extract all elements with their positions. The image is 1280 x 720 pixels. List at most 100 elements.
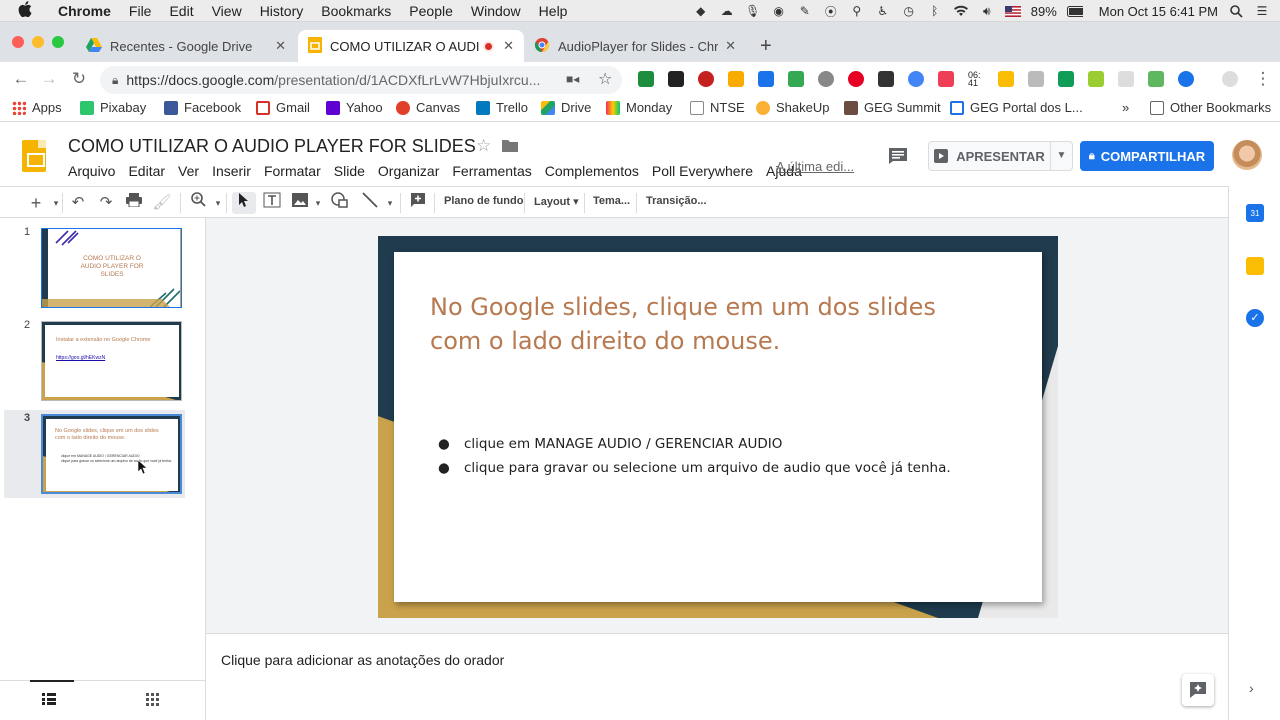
other-bookmarks-folder[interactable]: Other Bookmarks — [1150, 100, 1271, 115]
battery-icon[interactable] — [1066, 4, 1083, 18]
filmstrip-view-icon[interactable] — [42, 693, 56, 708]
move-folder-icon[interactable] — [502, 139, 518, 155]
accessibility-icon[interactable]: ♿︎ — [875, 4, 891, 18]
extension-icon[interactable] — [758, 71, 774, 87]
browser-menu-icon[interactable]: ⋮ — [1252, 68, 1274, 90]
menu-slide[interactable]: Slide — [334, 163, 365, 179]
extension-icon[interactable] — [728, 71, 744, 87]
pinterest-icon[interactable] — [848, 71, 864, 87]
bookmark-apps[interactable]: Apps — [12, 100, 62, 115]
forward-icon[interactable]: → — [38, 68, 60, 90]
extension-icon[interactable] — [638, 71, 654, 87]
microphone-icon[interactable]: 🎙︎ — [745, 4, 761, 18]
extension-icon[interactable] — [1118, 71, 1134, 87]
slide-bullet[interactable]: ● clique em MANAGE AUDIO / GERENCIAR AUD… — [438, 436, 782, 452]
explore-button[interactable] — [1182, 674, 1214, 706]
menu-view[interactable]: View — [212, 3, 242, 19]
star-icon[interactable]: ☆ — [476, 136, 491, 156]
slide-thumbnail-1[interactable]: COMO UTILIZAR O AUDIO PLAYER FOR SLIDES — [41, 228, 182, 308]
extension-icon[interactable] — [1148, 71, 1164, 87]
extension-icon[interactable] — [818, 71, 834, 87]
bluetooth-icon[interactable]: ᛒ — [927, 4, 943, 18]
bookmark-pixabay[interactable]: Pixabay — [80, 100, 146, 115]
account-avatar[interactable] — [1232, 140, 1262, 170]
add-comment-icon[interactable] — [408, 192, 428, 214]
line-dropdown[interactable]: ▾ — [380, 192, 400, 214]
tab-google-drive[interactable]: Recentes - Google Drive ✕ — [76, 30, 296, 62]
image-dropdown[interactable]: ▾ — [308, 192, 328, 214]
close-window-button[interactable] — [12, 36, 24, 48]
extension-icon[interactable] — [1028, 71, 1044, 87]
tab-audioplayer-store[interactable]: AudioPlayer for Slides - Chrom ✕ — [524, 30, 746, 62]
menu-formatar[interactable]: Formatar — [264, 163, 321, 179]
slide-title[interactable]: No Google slides, clique em um dos slide… — [430, 290, 990, 358]
paint-format-icon[interactable]: 🖌︎ — [152, 192, 172, 214]
address-bar[interactable]: 🔒︎ https://docs.google.com/presentation/… — [100, 66, 622, 94]
menu-complementos[interactable]: Complementos — [545, 163, 639, 179]
menu-file[interactable]: File — [129, 3, 152, 19]
redo-icon[interactable]: ↷ — [96, 192, 116, 214]
bookmark-geg-summit[interactable]: GEG Summit — [844, 100, 941, 115]
extension-icon[interactable] — [1088, 71, 1104, 87]
brush-icon[interactable]: ✎ — [797, 4, 813, 18]
theme-button[interactable]: Tema... — [593, 195, 630, 207]
bookmark-monday[interactable]: Monday — [606, 100, 672, 115]
clock-extension-icon[interactable]: 06: 41 — [968, 71, 984, 88]
bookmark-facebook[interactable]: Facebook — [164, 100, 241, 115]
menu-poll-everywhere[interactable]: Poll Everywhere — [652, 163, 753, 179]
extension-icon[interactable] — [788, 71, 804, 87]
zoom-dropdown[interactable]: ▾ — [208, 192, 228, 214]
reload-icon[interactable]: ↻ — [68, 68, 90, 90]
menu-organizar[interactable]: Organizar — [378, 163, 439, 179]
background-button[interactable]: Plano de fundo — [444, 195, 523, 207]
profile-icon[interactable] — [1222, 71, 1238, 87]
new-slide-button[interactable]: + — [26, 192, 46, 214]
close-tab-icon[interactable]: ✕ — [275, 38, 286, 54]
more-bookmarks-button[interactable]: » — [1122, 100, 1129, 115]
spotlight-search-icon[interactable] — [1228, 4, 1244, 18]
extension-icon[interactable] — [698, 71, 714, 87]
menu-bookmarks[interactable]: Bookmarks — [321, 3, 391, 19]
close-tab-icon[interactable]: ✕ — [503, 38, 514, 54]
speaker-notes-panel[interactable]: Clique para adicionar as anotações do or… — [206, 633, 1228, 720]
notification-center-icon[interactable]: ☰ — [1254, 4, 1270, 18]
menu-ferramentas[interactable]: Ferramentas — [452, 163, 531, 179]
volume-icon[interactable]: 🔊︎ — [979, 4, 995, 18]
app-menu-chrome[interactable]: Chrome — [58, 3, 111, 19]
wifi-icon[interactable] — [953, 4, 969, 18]
present-options-dropdown[interactable]: ▼ — [1051, 141, 1073, 171]
maximize-window-button[interactable] — [52, 36, 64, 48]
line-icon[interactable] — [360, 192, 380, 214]
flag-icon[interactable] — [1004, 4, 1021, 18]
time-machine-icon[interactable]: ◷ — [901, 4, 917, 18]
speaker-notes-placeholder[interactable]: Clique para adicionar as anotações do or… — [221, 652, 504, 668]
tab-slides-presentation[interactable]: COMO UTILIZAR O AUDIO ✕ — [298, 30, 524, 62]
bookmark-geg-portal[interactable]: GEG Portal dos L... — [950, 100, 1083, 115]
dropbox-icon[interactable]: ◆ — [693, 4, 709, 18]
bookmark-star-icon[interactable]: ☆ — [598, 69, 612, 89]
menu-help[interactable]: Help — [539, 3, 568, 19]
cloud-icon[interactable]: ☁ — [719, 4, 735, 18]
new-tab-button[interactable]: + — [760, 35, 772, 58]
apple-menu-icon[interactable] — [18, 0, 32, 21]
back-icon[interactable]: ← — [10, 68, 32, 90]
extension-icon[interactable] — [878, 71, 894, 87]
bookmark-yahoo[interactable]: Yahoo — [326, 100, 383, 115]
slide-bullet[interactable]: ● clique para gravar ou selecione um arq… — [438, 460, 951, 476]
comments-icon[interactable] — [888, 147, 908, 168]
shape-icon[interactable] — [330, 192, 350, 214]
keep-icon[interactable] — [1246, 257, 1264, 275]
record-icon[interactable]: ⦿ — [823, 4, 839, 19]
menu-inserir[interactable]: Inserir — [212, 163, 251, 179]
bookmark-canvas[interactable]: Canvas — [396, 100, 460, 115]
transition-button[interactable]: Transição... — [646, 195, 707, 207]
bookmark-shakeup[interactable]: ShakeUp — [756, 100, 829, 115]
extension-icon[interactable] — [1058, 71, 1074, 87]
bookmark-trello[interactable]: Trello — [476, 100, 528, 115]
minimize-window-button[interactable] — [32, 36, 44, 48]
slide-thumbnail-3[interactable]: No Google slides, clique em um dos slide… — [41, 414, 182, 494]
present-button[interactable]: APRESENTAR — [928, 141, 1051, 171]
layout-button[interactable]: Layout ▾ — [534, 195, 579, 208]
print-icon[interactable] — [124, 192, 144, 214]
menu-arquivo[interactable]: Arquivo — [68, 163, 115, 179]
